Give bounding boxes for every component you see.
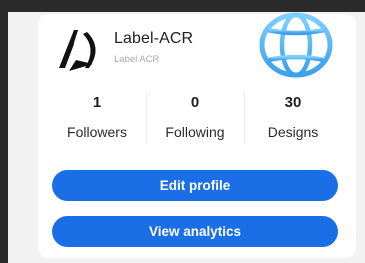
profile-handle: Label ACR <box>114 54 160 65</box>
following-count: 0 <box>190 94 200 111</box>
profile-stats: 1 Followers 0 Following 30 Designs <box>48 88 342 150</box>
followers-label: Followers <box>67 124 127 140</box>
app-frame: Label-ACR Label ACR 1 Followers 0 Follow… <box>0 0 365 263</box>
followers-count: 1 <box>92 94 102 111</box>
designs-count: 30 <box>284 94 302 111</box>
designs-label: Designs <box>267 124 319 140</box>
view-analytics-button[interactable]: View analytics <box>52 216 338 247</box>
globe-icon[interactable] <box>254 8 338 82</box>
label-acr-logo-icon <box>59 30 96 71</box>
following-label: Following <box>165 124 225 140</box>
stat-following[interactable]: 0 Following <box>146 88 244 150</box>
stat-designs[interactable]: 30 Designs <box>244 88 342 150</box>
profile-name: Label-ACR <box>114 30 194 47</box>
stat-followers[interactable]: 1 Followers <box>48 88 146 150</box>
edit-profile-button[interactable]: Edit profile <box>52 170 338 201</box>
